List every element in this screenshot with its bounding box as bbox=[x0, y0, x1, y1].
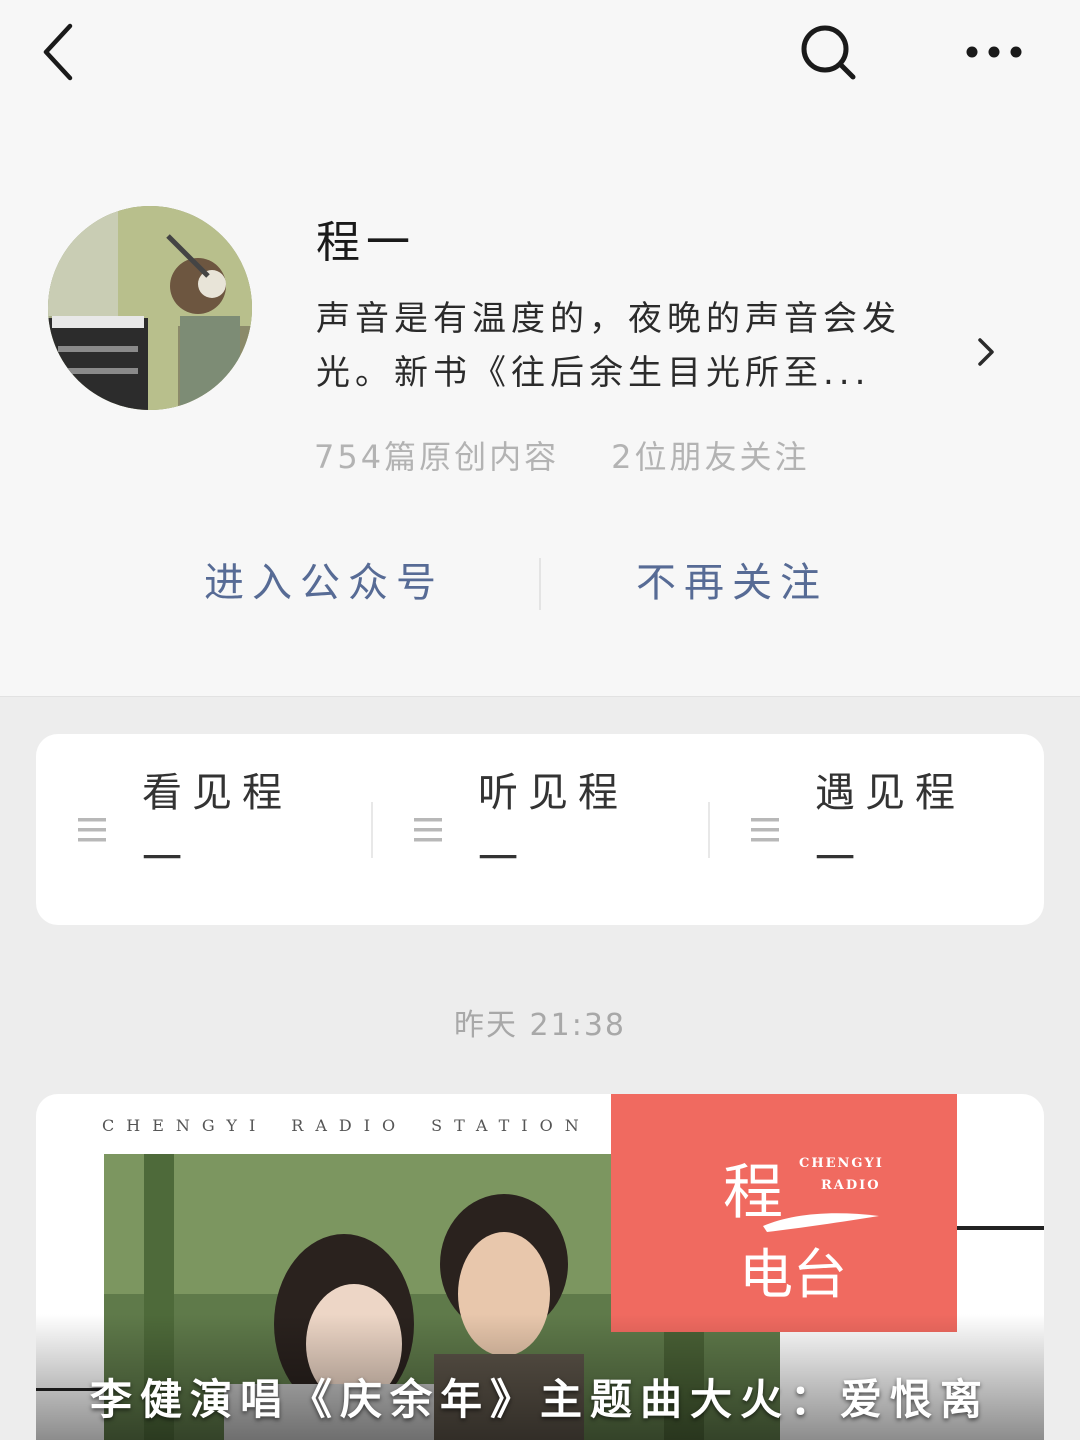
decorative-line bbox=[957, 1226, 1044, 1230]
account-stats: 754篇原创内容 2位朋友关注 bbox=[314, 432, 809, 478]
article-count: 754篇原创内容 bbox=[314, 438, 560, 476]
search-icon[interactable] bbox=[798, 22, 858, 82]
menu-item-see[interactable]: 看见程一 bbox=[36, 734, 372, 925]
menu-lines-icon bbox=[78, 818, 106, 842]
menu-lines-icon bbox=[751, 818, 779, 842]
menu-label: 听见程一 bbox=[478, 770, 628, 882]
profile-section: 程一 声音是有温度的，夜晚的声音会发光。新书《往后余生目光所至... 754篇原… bbox=[0, 110, 1080, 697]
divider bbox=[539, 558, 541, 610]
message-timestamp: 昨天 21:38 bbox=[454, 1008, 626, 1043]
chevron-right-icon[interactable] bbox=[972, 334, 1000, 370]
avatar[interactable] bbox=[48, 206, 252, 410]
station-header: CHENGYI RADIO STATION bbox=[102, 1116, 591, 1135]
menu-label: 看见程一 bbox=[142, 770, 292, 882]
account-name: 程一 bbox=[316, 217, 416, 268]
menu-lines-icon bbox=[414, 818, 442, 842]
back-arrow-icon[interactable] bbox=[38, 22, 78, 82]
radio-logo: 程 CHENGYI RADIO 电台 bbox=[611, 1094, 957, 1332]
enter-account-button[interactable]: 进入公众号 bbox=[204, 550, 444, 608]
friends-following: 2位朋友关注 bbox=[611, 438, 810, 476]
unfollow-button[interactable]: 不再关注 bbox=[636, 550, 828, 608]
more-dots-icon[interactable] bbox=[962, 42, 1026, 62]
menu-item-hear[interactable]: 听见程一 bbox=[372, 734, 708, 925]
menu-label: 遇见程一 bbox=[815, 770, 965, 882]
menu-item-meet[interactable]: 遇见程一 bbox=[709, 734, 1045, 925]
top-nav-bar bbox=[0, 0, 1080, 110]
menu-bar: 看见程一 听见程一 遇见程一 bbox=[36, 734, 1044, 925]
account-description[interactable]: 声音是有温度的，夜晚的声音会发光。新书《往后余生目光所至... bbox=[316, 292, 956, 400]
article-card[interactable]: CHENGYI RADIO STATION 程 CHENGYI RADIO 电台 李… bbox=[36, 1094, 1044, 1440]
article-title[interactable]: 李健演唱《庆余年》主题曲大火：爱恨离 bbox=[90, 1366, 990, 1427]
